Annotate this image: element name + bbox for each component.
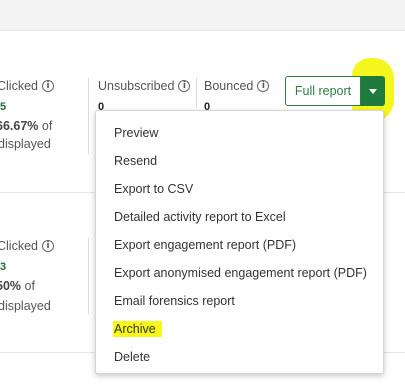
clicked-displayed: displayed bbox=[0, 299, 51, 313]
menu-item-export-csv[interactable]: Export to CSV bbox=[96, 175, 383, 203]
clicked-label: Clicked i bbox=[0, 239, 54, 253]
column-separator bbox=[196, 78, 197, 108]
info-icon[interactable]: i bbox=[178, 80, 191, 92]
menu-item-email-forensics[interactable]: Email forensics report bbox=[96, 287, 383, 315]
menu-item-engagement-report-pdf[interactable]: Export engagement report (PDF) bbox=[96, 231, 383, 259]
menu-item-resend[interactable]: Resend bbox=[96, 147, 383, 175]
report-options-dropdown-button[interactable] bbox=[361, 76, 385, 106]
menu-item-archive[interactable]: Archive bbox=[96, 315, 383, 343]
clicked-count: 3 bbox=[0, 261, 7, 273]
menu-item-archive-label: Archive bbox=[113, 321, 162, 337]
clicked-percentage: 66.67% of bbox=[0, 119, 53, 133]
info-icon[interactable]: i bbox=[42, 80, 54, 92]
bounced-label: Bounced i bbox=[204, 79, 270, 93]
clicked-percentage: 50% of bbox=[0, 279, 35, 293]
caret-down-icon bbox=[369, 88, 377, 94]
menu-item-activity-report-excel[interactable]: Detailed activity report to Excel bbox=[96, 203, 383, 231]
unsubscribed-label: Unsubscribed i bbox=[98, 79, 191, 93]
info-icon[interactable]: i bbox=[257, 80, 270, 92]
report-options-menu: Preview Resend Export to CSV Detailed ac… bbox=[95, 110, 384, 374]
menu-item-preview[interactable]: Preview bbox=[96, 119, 383, 147]
column-separator bbox=[88, 78, 89, 154]
menu-item-delete[interactable]: Delete bbox=[96, 343, 383, 371]
menu-item-anonymised-report-pdf[interactable]: Export anonymised engagement report (PDF… bbox=[96, 259, 383, 287]
info-icon[interactable]: i bbox=[42, 240, 54, 252]
full-report-button[interactable]: Full report bbox=[285, 76, 361, 106]
clicked-displayed: displayed bbox=[0, 137, 51, 151]
clicked-count: 5 bbox=[0, 101, 7, 113]
column-separator bbox=[88, 238, 89, 314]
clicked-label: Clicked i bbox=[0, 79, 54, 93]
